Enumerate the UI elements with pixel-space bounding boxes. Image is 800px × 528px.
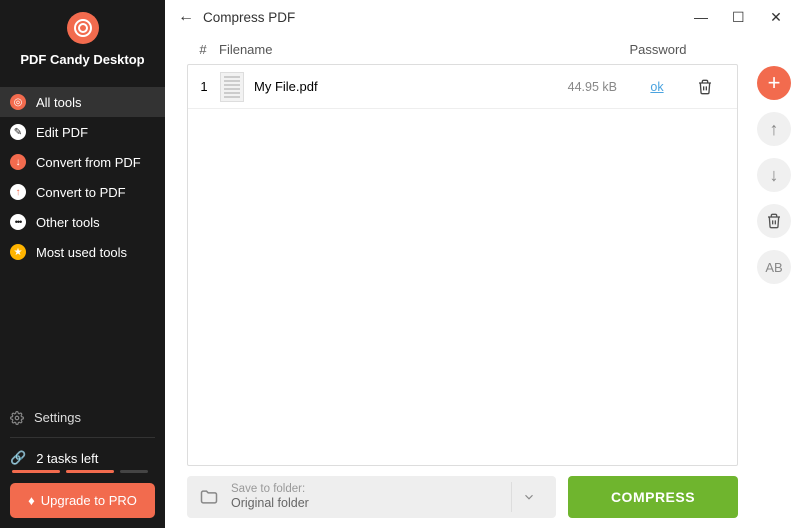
arrow-up-icon: ↑ <box>10 184 26 200</box>
settings-label: Settings <box>34 410 81 425</box>
swirl-icon: ◎ <box>10 94 26 110</box>
arrow-down-icon: ↓ <box>10 154 26 170</box>
col-password-header: Password <box>618 42 698 57</box>
trash-icon <box>766 213 782 229</box>
maximize-button[interactable]: ☐ <box>732 9 744 26</box>
chevron-down-icon <box>522 490 536 504</box>
password-link[interactable]: ok <box>650 80 663 94</box>
diamond-icon: ♦ <box>28 493 35 508</box>
upgrade-label: Upgrade to PRO <box>41 493 137 508</box>
pencil-icon: ✎ <box>10 124 26 140</box>
tasks-label: 2 tasks left <box>36 451 98 466</box>
back-button[interactable]: ← <box>173 8 199 26</box>
divider <box>10 437 155 438</box>
gear-icon <box>10 411 24 425</box>
file-size: 44.95 kB <box>537 80 617 94</box>
app-name: PDF Candy Desktop <box>0 52 165 67</box>
sidebar-item-label: Other tools <box>36 215 100 230</box>
add-file-button[interactable]: + <box>757 66 791 100</box>
upgrade-button[interactable]: ♦ Upgrade to PRO <box>10 483 155 518</box>
arrow-down-icon: ↓ <box>770 165 779 186</box>
app-logo-icon <box>67 12 99 44</box>
rename-button[interactable]: AB <box>757 250 791 284</box>
save-folder-selector[interactable]: Save to folder: Original folder <box>187 476 556 518</box>
file-index: 1 <box>188 79 220 94</box>
sidebar-nav: ◎ All tools ✎ Edit PDF ↓ Convert from PD… <box>0 87 165 402</box>
file-list: 1 My File.pdf 44.95 kB ok <box>187 64 738 466</box>
save-to-label: Save to folder: <box>231 482 501 496</box>
file-thumbnail-icon <box>220 72 244 102</box>
sidebar-item-convert-to-pdf[interactable]: ↑ Convert to PDF <box>0 177 165 207</box>
col-num-header: # <box>187 42 219 57</box>
sidebar-item-all-tools[interactable]: ◎ All tools <box>0 87 165 117</box>
content-area: # Filename Password 1 My File.pdf 44.95 … <box>165 34 748 528</box>
right-action-column: + ↑ ↓ AB <box>748 34 800 528</box>
file-row[interactable]: 1 My File.pdf 44.95 kB ok <box>188 65 737 109</box>
sidebar-item-label: Most used tools <box>36 245 127 260</box>
save-folder-dropdown[interactable] <box>511 482 546 512</box>
save-folder-value: Original folder <box>231 496 501 512</box>
compress-label: COMPRESS <box>611 489 695 505</box>
arrow-up-icon: ↑ <box>770 119 779 140</box>
tasks-progress <box>12 470 155 473</box>
delete-file-button[interactable] <box>697 79 737 95</box>
sidebar-item-label: Convert from PDF <box>36 155 141 170</box>
sidebar-item-most-used-tools[interactable]: ★ Most used tools <box>0 237 165 267</box>
sidebar-item-edit-pdf[interactable]: ✎ Edit PDF <box>0 117 165 147</box>
delete-all-button[interactable] <box>757 204 791 238</box>
dots-icon: ••• <box>10 214 26 230</box>
settings-button[interactable]: Settings <box>10 402 155 433</box>
sidebar-item-label: All tools <box>36 95 82 110</box>
footer-bar: Save to folder: Original folder COMPRESS <box>187 466 738 528</box>
sidebar-bottom: Settings 🔗 2 tasks left ♦ Upgrade to PRO <box>0 402 165 528</box>
plus-icon: + <box>768 70 781 96</box>
table-header: # Filename Password <box>187 34 738 64</box>
titlebar: ← Compress PDF — ☐ ✕ <box>165 0 800 34</box>
sidebar-item-convert-from-pdf[interactable]: ↓ Convert from PDF <box>0 147 165 177</box>
app-logo-area: PDF Candy Desktop <box>0 0 165 73</box>
file-name: My File.pdf <box>254 79 318 94</box>
page-title: Compress PDF <box>203 10 295 25</box>
sidebar-item-label: Edit PDF <box>36 125 88 140</box>
trash-icon <box>697 79 713 95</box>
window-controls: — ☐ ✕ <box>694 9 792 26</box>
star-icon: ★ <box>10 244 26 260</box>
move-up-button[interactable]: ↑ <box>757 112 791 146</box>
sidebar-item-other-tools[interactable]: ••• Other tools <box>0 207 165 237</box>
minimize-button[interactable]: — <box>694 9 706 26</box>
col-filename-header: Filename <box>219 42 538 57</box>
sidebar: PDF Candy Desktop ◎ All tools ✎ Edit PDF… <box>0 0 165 528</box>
main-panel: ← Compress PDF — ☐ ✕ # Filename Password… <box>165 0 800 528</box>
sidebar-item-label: Convert to PDF <box>36 185 126 200</box>
move-down-button[interactable]: ↓ <box>757 158 791 192</box>
rename-label: AB <box>765 260 782 275</box>
compress-button[interactable]: COMPRESS <box>568 476 738 518</box>
folder-icon <box>197 487 221 507</box>
close-button[interactable]: ✕ <box>770 9 782 26</box>
tasks-remaining[interactable]: 🔗 2 tasks left <box>10 442 155 470</box>
link-icon: 🔗 <box>10 450 26 466</box>
